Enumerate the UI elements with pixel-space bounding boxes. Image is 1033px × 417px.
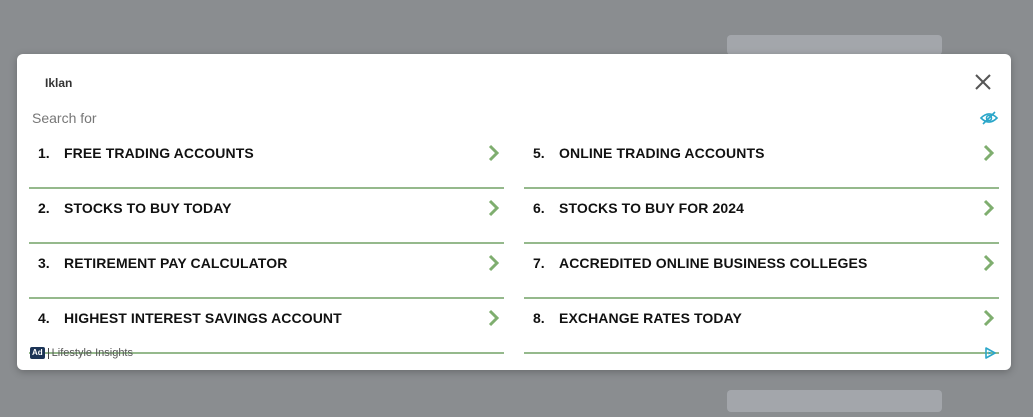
chevron-right-icon: [983, 254, 995, 272]
item-label: RETIREMENT PAY CALCULATOR: [64, 255, 288, 271]
item-label: STOCKS TO BUY FOR 2024: [559, 200, 745, 216]
item-label: HIGHEST INTEREST SAVINGS ACCOUNT: [64, 310, 342, 326]
item-label: EXCHANGE RATES TODAY: [559, 310, 742, 326]
left-column: 1. FREE TRADING ACCOUNTS 2. STOCKS TO BU…: [29, 134, 504, 354]
ad-badge: Ad: [30, 347, 45, 359]
ad-modal: Iklan Search for 1. FREE TRADING ACCOUNT…: [17, 54, 1011, 370]
item-label: ACCREDITED ONLINE BUSINESS COLLEGES: [559, 255, 868, 271]
item-label: STOCKS TO BUY TODAY: [64, 200, 232, 216]
list-item[interactable]: 8. EXCHANGE RATES TODAY: [524, 299, 999, 354]
chevron-right-icon: [488, 309, 500, 327]
ad-attribution[interactable]: Ad Lifestyle Insights: [30, 346, 133, 360]
close-icon: [975, 74, 991, 90]
chevron-right-icon: [488, 254, 500, 272]
item-number: 1.: [38, 145, 50, 161]
background-banner-top: [727, 35, 942, 55]
item-number: 6.: [533, 200, 545, 216]
list-item[interactable]: 5. ONLINE TRADING ACCOUNTS: [524, 134, 999, 189]
ad-separator: [47, 347, 49, 359]
item-label: FREE TRADING ACCOUNTS: [64, 145, 254, 161]
item-number: 7.: [533, 255, 545, 271]
item-number: 3.: [38, 255, 50, 271]
list-item[interactable]: 3. RETIREMENT PAY CALCULATOR: [29, 244, 504, 299]
list-item[interactable]: 6. STOCKS TO BUY FOR 2024: [524, 189, 999, 244]
ad-source-label: Lifestyle Insights: [51, 347, 133, 359]
close-button[interactable]: [972, 71, 994, 93]
list-item[interactable]: 1. FREE TRADING ACCOUNTS: [29, 134, 504, 189]
item-label: ONLINE TRADING ACCOUNTS: [559, 145, 765, 161]
chevron-right-icon: [488, 144, 500, 162]
item-number: 8.: [533, 310, 545, 326]
list-item[interactable]: 2. STOCKS TO BUY TODAY: [29, 189, 504, 244]
list-item[interactable]: 7. ACCREDITED ONLINE BUSINESS COLLEGES: [524, 244, 999, 299]
background-banner-bottom: [727, 390, 942, 412]
chevron-right-icon: [983, 199, 995, 217]
chevron-right-icon: [488, 199, 500, 217]
search-for-label: Search for: [32, 110, 97, 126]
modal-title: Iklan: [45, 76, 73, 90]
item-number: 2.: [38, 200, 50, 216]
item-number: 5.: [533, 145, 545, 161]
eye-slash-icon[interactable]: [979, 109, 999, 127]
right-column: 5. ONLINE TRADING ACCOUNTS 6. STOCKS TO …: [524, 134, 999, 354]
item-number: 4.: [38, 310, 50, 326]
adchoices-icon[interactable]: [983, 346, 997, 360]
chevron-right-icon: [983, 144, 995, 162]
chevron-right-icon: [983, 309, 995, 327]
